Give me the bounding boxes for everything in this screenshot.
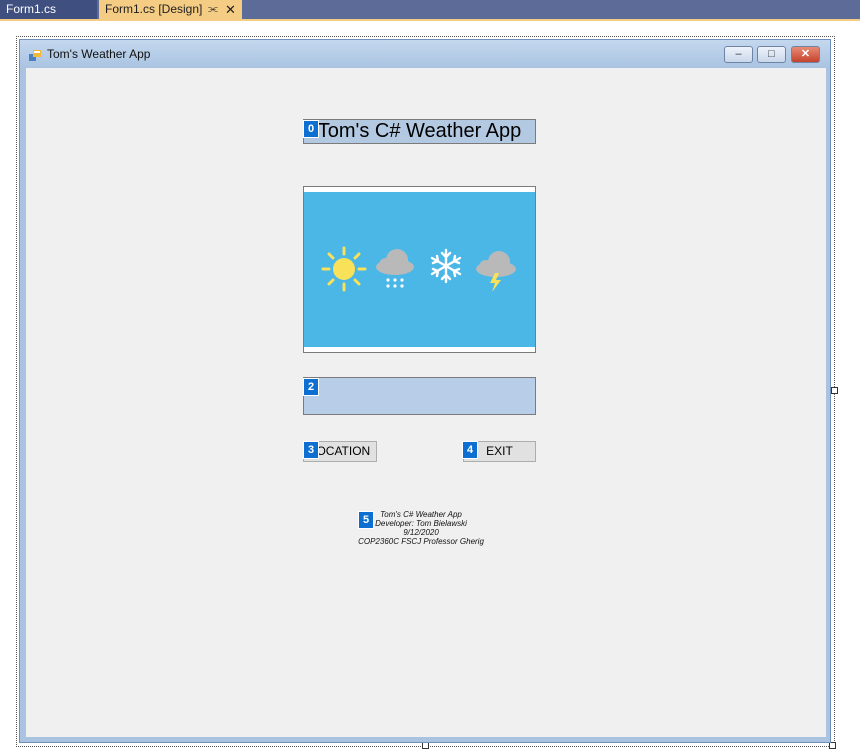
tab-label: Form1.cs — [6, 2, 57, 16]
pin-icon[interactable]: ⫘ — [208, 0, 218, 19]
rain-cloud-icon — [376, 249, 414, 288]
tab-order-tag[interactable]: 3 — [303, 441, 319, 459]
weather-output-textbox[interactable] — [303, 377, 536, 415]
form-titlebar[interactable]: Tom's Weather App – □ ✕ — [20, 40, 830, 67]
weather-picture-box[interactable] — [303, 186, 536, 353]
form-title: Tom's Weather App — [47, 47, 151, 61]
tab-order-tag[interactable]: 2 — [303, 378, 319, 396]
app-icon — [29, 50, 41, 61]
weather-image — [304, 192, 535, 347]
tab-form1-cs[interactable]: Form1.cs — [0, 0, 97, 19]
tab-order-tag[interactable]: 5 — [358, 511, 374, 529]
resize-handle-bottom[interactable] — [422, 742, 429, 749]
resize-handle-right[interactable] — [831, 387, 838, 394]
snowflake-icon — [430, 248, 462, 284]
credits-line: COP2360C FSCJ Professor Gherig — [358, 537, 484, 546]
sun-icon — [321, 246, 367, 292]
tab-order-tag[interactable]: 0 — [303, 120, 319, 138]
document-tab-strip: Form1.cs Form1.cs [Design] ⫘ ✕ — [0, 0, 860, 19]
tab-form1-design[interactable]: Form1.cs [Design] ⫘ ✕ — [99, 0, 242, 19]
thunder-cloud-icon — [476, 251, 516, 292]
tab-order-tag[interactable]: 4 — [462, 441, 478, 459]
weather-icons — [321, 246, 516, 292]
form-window[interactable]: Tom's Weather App – □ ✕ Tom's C# Weather… — [19, 39, 831, 743]
close-button[interactable]: ✕ — [791, 46, 820, 63]
maximize-button[interactable]: □ — [757, 46, 786, 63]
tab-label: Form1.cs [Design] — [105, 2, 203, 16]
credits-line: 9/12/2020 — [403, 528, 439, 537]
resize-handle-corner[interactable] — [829, 742, 836, 749]
app-title-label[interactable]: Tom's C# Weather App — [303, 119, 536, 144]
form-client-area: Tom's C# Weather App LOCATION EXIT Tom's… — [26, 68, 826, 737]
minimize-button[interactable]: – — [724, 46, 753, 63]
close-icon[interactable]: ✕ — [225, 0, 236, 19]
